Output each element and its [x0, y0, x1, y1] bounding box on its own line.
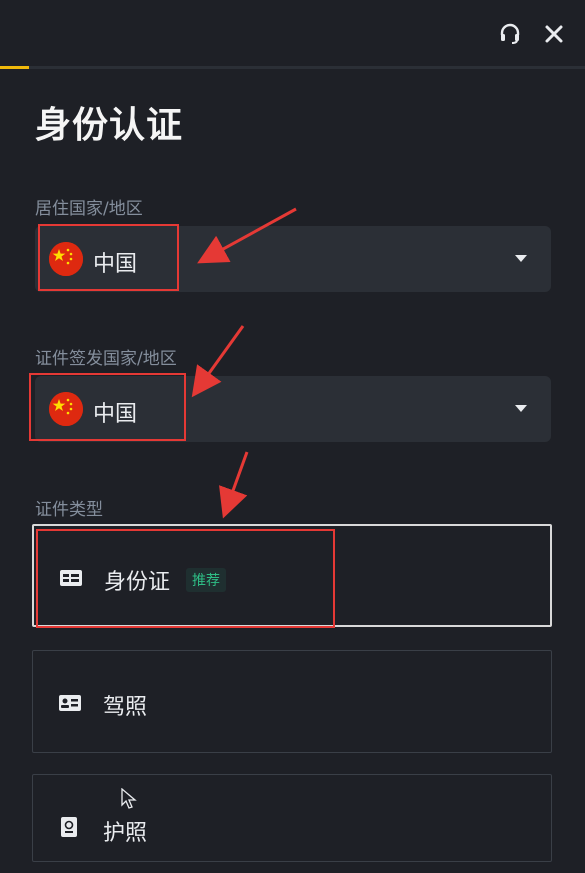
mouse-cursor-icon: [121, 787, 137, 814]
id-card-icon: [60, 570, 82, 586]
doc-option-label: 身份证: [104, 570, 171, 595]
top-bar: [0, 0, 585, 70]
doc-option-label: 护照: [103, 821, 148, 846]
chevron-down-icon: [515, 405, 527, 412]
issuing-label: 证件签发国家/地区: [35, 349, 177, 369]
residence-country-value: 中国: [93, 252, 138, 277]
identity-verification-page: 身份认证 居住国家/地区 中国 证件签发国家/地区 中国 证件类型 身份证 推荐…: [0, 0, 585, 873]
doc-type-label: 证件类型: [35, 500, 103, 520]
doc-option-driver-license[interactable]: 驾照: [32, 650, 552, 753]
doc-option-label: 驾照: [103, 695, 148, 720]
issuing-country-select[interactable]: 中国: [35, 376, 551, 442]
residence-country-select[interactable]: 中国: [35, 226, 551, 292]
chevron-down-icon: [515, 255, 527, 262]
headset-icon[interactable]: [496, 20, 524, 48]
doc-option-id-card[interactable]: 身份证 推荐: [32, 524, 552, 627]
passport-icon: [61, 817, 77, 837]
doc-option-passport[interactable]: 护照: [32, 774, 552, 862]
page-title: 身份认证: [35, 105, 184, 146]
china-flag-icon: [49, 242, 83, 276]
china-flag-icon: [49, 392, 83, 426]
progress-fill: [0, 66, 30, 69]
close-icon[interactable]: [540, 20, 568, 48]
progress-bar: [0, 66, 585, 69]
driver-license-icon: [59, 695, 81, 711]
residence-label: 居住国家/地区: [35, 199, 143, 219]
issuing-country-value: 中国: [93, 402, 138, 427]
recommended-badge: 推荐: [186, 568, 226, 592]
